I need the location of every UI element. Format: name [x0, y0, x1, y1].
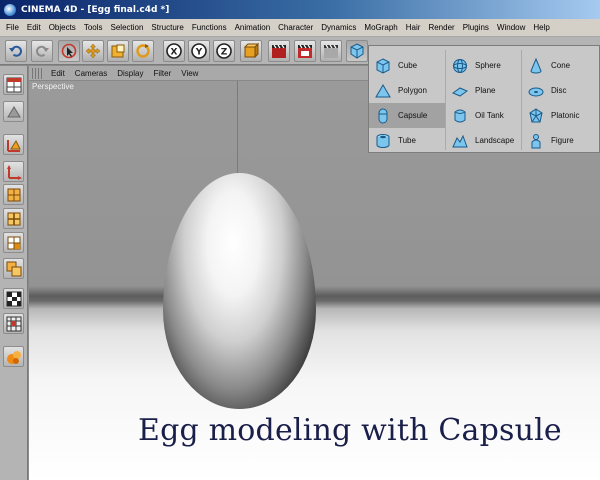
primitive-objects-menu: Cube Polygon Capsule Tube Sphere Plane O… — [368, 45, 600, 153]
menu-edit[interactable]: Edit — [23, 23, 45, 32]
viewport-label: Perspective — [32, 82, 74, 91]
menu-item-cube[interactable]: Cube — [369, 53, 445, 78]
menu-item-label: Landscape — [475, 136, 515, 145]
landscape-icon — [450, 131, 470, 151]
platonic-icon — [526, 106, 546, 126]
hair-icon[interactable] — [3, 346, 24, 367]
polygon-icon — [373, 81, 393, 101]
menu-selection[interactable]: Selection — [107, 23, 148, 32]
svg-text:Z: Z — [221, 48, 228, 58]
render-settings-icon[interactable] — [320, 40, 342, 62]
title-bar: CINEMA 4D - [Egg final.c4d *] — [0, 0, 600, 19]
menu-item-tube[interactable]: Tube — [369, 128, 445, 153]
points-mode-icon[interactable] — [3, 184, 24, 205]
menu-animation[interactable]: Animation — [231, 23, 275, 32]
figure-icon — [526, 131, 546, 151]
menu-file[interactable]: File — [2, 23, 23, 32]
menu-structure[interactable]: Structure — [147, 23, 187, 32]
menu-item-oil-tank[interactable]: Oil Tank — [446, 103, 522, 128]
tube-icon — [373, 131, 393, 151]
menu-item-figure[interactable]: Figure — [522, 128, 598, 153]
egg-object[interactable] — [163, 173, 316, 409]
rotate-icon[interactable] — [132, 40, 154, 62]
menu-item-capsule[interactable]: Capsule — [369, 103, 445, 128]
menu-item-cone[interactable]: Cone — [522, 53, 598, 78]
y-axis-line — [237, 81, 238, 181]
menu-hair[interactable]: Hair — [402, 23, 425, 32]
viewport-menu-display[interactable]: Display — [112, 69, 148, 78]
menu-item-polygon[interactable]: Polygon — [369, 78, 445, 103]
z-axis-lock-icon[interactable]: Z — [213, 40, 235, 62]
render-picture-viewer-icon[interactable] — [294, 40, 316, 62]
viewport-menu-filter[interactable]: Filter — [148, 69, 176, 78]
world-coordinates-icon[interactable] — [240, 40, 262, 62]
y-axis-lock-icon[interactable]: Y — [188, 40, 210, 62]
menu-help[interactable]: Help — [529, 23, 553, 32]
menu-item-label: Plane — [475, 86, 496, 95]
sphere-icon — [450, 56, 470, 76]
window-title: CINEMA 4D - [Egg final.c4d *] — [21, 4, 170, 15]
menu-item-label: Sphere — [475, 61, 501, 70]
polygons-mode-icon[interactable] — [3, 232, 24, 253]
menu-item-disc[interactable]: Disc — [522, 78, 598, 103]
disc-icon — [526, 81, 546, 101]
viewport-menu-cameras[interactable]: Cameras — [70, 69, 112, 78]
texture-mode-icon[interactable] — [3, 258, 24, 279]
primitive-object-icon[interactable] — [346, 40, 368, 62]
cinema4d-window: CINEMA 4D - [Egg final.c4d *] File Edit … — [0, 0, 600, 480]
menu-item-label: Platonic — [551, 111, 580, 120]
caption-text: Egg modeling with Capsule — [138, 413, 562, 448]
menu-dynamics[interactable]: Dynamics — [317, 23, 360, 32]
menu-item-label: Tube — [398, 136, 416, 145]
undo-icon[interactable] — [5, 40, 27, 62]
cone-icon — [526, 56, 546, 76]
svg-text:X: X — [171, 48, 178, 58]
capsule-icon — [373, 106, 393, 126]
checkerboard-icon[interactable] — [3, 288, 24, 309]
menu-tools[interactable]: Tools — [80, 23, 107, 32]
left-toolbar — [0, 66, 28, 480]
menu-window[interactable]: Window — [493, 23, 529, 32]
redo-icon[interactable] — [31, 40, 53, 62]
move-icon[interactable] — [82, 40, 104, 62]
menu-render[interactable]: Render — [424, 23, 458, 32]
menu-item-plane[interactable]: Plane — [446, 78, 522, 103]
menu-bar: File Edit Objects Tools Selection Struct… — [0, 19, 600, 37]
menu-character[interactable]: Character — [274, 23, 317, 32]
menu-objects[interactable]: Objects — [45, 23, 80, 32]
render-view-icon[interactable] — [268, 40, 290, 62]
object-axis-icon[interactable] — [3, 134, 24, 155]
plane-icon — [450, 81, 470, 101]
oil-tank-icon — [450, 106, 470, 126]
menu-item-label: Figure — [551, 136, 574, 145]
menu-item-label: Cube — [398, 61, 418, 70]
edges-mode-icon[interactable] — [3, 208, 24, 229]
viewport-menu-view[interactable]: View — [176, 69, 203, 78]
menu-plugins[interactable]: Plugins — [459, 23, 493, 32]
menu-item-label: Capsule — [398, 111, 428, 120]
menu-functions[interactable]: Functions — [188, 23, 231, 32]
cube-icon — [373, 56, 393, 76]
x-axis-lock-icon[interactable]: X — [163, 40, 185, 62]
live-select-icon[interactable] — [58, 40, 80, 62]
viewport-menu-edit[interactable]: Edit — [46, 69, 70, 78]
menu-item-label: Polygon — [398, 86, 427, 95]
cinema4d-logo-icon — [4, 3, 16, 16]
viewport-grip-handle[interactable] — [32, 67, 42, 79]
menu-item-sphere[interactable]: Sphere — [446, 53, 522, 78]
menu-mograph[interactable]: MoGraph — [360, 23, 401, 32]
svg-text:Y: Y — [195, 48, 203, 58]
menu-item-label: Cone — [551, 61, 571, 70]
axis-icon[interactable] — [3, 161, 24, 182]
menu-item-label: Disc — [551, 86, 567, 95]
use-model-tool-icon[interactable] — [3, 101, 24, 122]
menu-item-platonic[interactable]: Platonic — [522, 103, 598, 128]
scale-icon[interactable] — [107, 40, 129, 62]
uvw-icon[interactable] — [3, 313, 24, 334]
layout-icon[interactable] — [3, 74, 24, 95]
menu-item-landscape[interactable]: Landscape — [446, 128, 522, 153]
menu-item-label: Oil Tank — [475, 111, 504, 120]
